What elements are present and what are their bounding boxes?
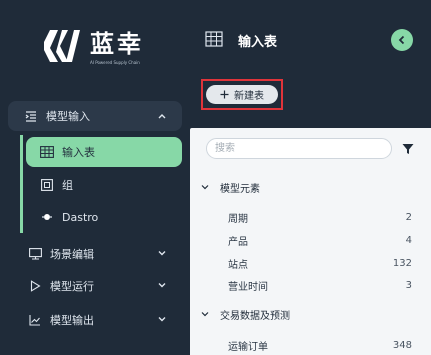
logo-text: 蓝幸 bbox=[90, 30, 144, 58]
new-table-label: 新建表 bbox=[234, 91, 264, 102]
brand-logo: 蓝幸 AI Powered Supply Chain bbox=[44, 28, 176, 72]
chevron-down-icon bbox=[158, 317, 166, 322]
panel-title: 输入表 bbox=[238, 35, 278, 50]
chevron-up-icon bbox=[158, 114, 166, 119]
chevron-down-icon bbox=[158, 251, 166, 256]
item-label: 营业时间 bbox=[228, 281, 268, 293]
list-item[interactable]: 站点 132 bbox=[228, 254, 412, 272]
new-table-button[interactable]: 新建表 bbox=[206, 85, 278, 104]
sidebar-item-label: Dastro bbox=[62, 210, 99, 224]
filter-icon[interactable] bbox=[402, 143, 414, 155]
item-label: 产品 bbox=[228, 236, 248, 248]
table-icon bbox=[205, 31, 223, 47]
list-item[interactable]: 周期 2 bbox=[228, 208, 412, 226]
sidebar-group-label: 模型输入 bbox=[46, 110, 90, 123]
sidebar-group-model-run[interactable]: 模型运行 bbox=[0, 273, 190, 299]
sidebar: 蓝幸 AI Powered Supply Chain 模型输入 输入表 组 Da… bbox=[0, 0, 190, 355]
sidebar-item-label: 组 bbox=[62, 179, 73, 192]
sidebar-group-label: 模型输出 bbox=[50, 314, 94, 327]
list-item[interactable]: 产品 4 bbox=[228, 231, 412, 249]
item-label: 站点 bbox=[228, 259, 248, 271]
logo-subtitle: AI Powered Supply Chain bbox=[90, 60, 140, 65]
logo-mark-icon bbox=[44, 30, 80, 62]
dastro-icon bbox=[40, 210, 54, 224]
sidebar-item-label: 输入表 bbox=[62, 146, 95, 159]
sidebar-item-dastro[interactable]: Dastro bbox=[0, 204, 190, 230]
highlight-frame: 新建表 bbox=[201, 79, 283, 110]
list-item[interactable]: 营业时间 3 bbox=[228, 276, 412, 294]
sidebar-group-model-output[interactable]: 模型输出 bbox=[0, 307, 190, 333]
item-count: 132 bbox=[392, 257, 412, 269]
item-count: 3 bbox=[405, 279, 412, 291]
group-icon bbox=[40, 178, 54, 192]
section-label: 交易数据及预测 bbox=[220, 310, 290, 322]
sidebar-group-label: 场景编辑 bbox=[50, 248, 94, 261]
chevron-down-icon bbox=[201, 312, 209, 317]
chevron-down-icon bbox=[158, 283, 166, 288]
section-model-elements[interactable]: 模型元素 bbox=[200, 178, 260, 196]
table-icon bbox=[40, 145, 54, 159]
sidebar-group-model-input[interactable]: 模型输入 bbox=[8, 101, 182, 131]
collapse-panel-button[interactable] bbox=[391, 29, 413, 51]
section-transactions-forecast[interactable]: 交易数据及预测 bbox=[200, 305, 290, 323]
item-label: 周期 bbox=[228, 213, 248, 225]
chevron-left-icon bbox=[398, 35, 405, 45]
chevron-down-icon bbox=[201, 185, 209, 190]
input-table-panel: 输入表 新建表 模型元素 周期 2 产品 4 站点 132 bbox=[190, 0, 431, 355]
search-input[interactable] bbox=[206, 138, 392, 159]
table-list: 模型元素 周期 2 产品 4 站点 132 营业时间 3 交易数据及预测 运输订… bbox=[190, 128, 431, 355]
sidebar-item-group[interactable]: 组 bbox=[0, 172, 190, 198]
list-item[interactable]: 运输订单 348 bbox=[228, 336, 412, 354]
item-count: 2 bbox=[405, 211, 412, 223]
chart-line-icon bbox=[28, 313, 42, 327]
list-indent-icon bbox=[24, 109, 38, 123]
play-icon bbox=[28, 279, 42, 293]
sidebar-group-label: 模型运行 bbox=[50, 280, 94, 293]
sidebar-item-input-table[interactable]: 输入表 bbox=[26, 137, 182, 167]
scene-icon bbox=[28, 247, 42, 261]
item-count: 348 bbox=[392, 339, 412, 351]
sidebar-group-scene-edit[interactable]: 场景编辑 bbox=[0, 241, 190, 267]
panel-header: 输入表 新建表 bbox=[190, 0, 431, 128]
section-label: 模型元素 bbox=[220, 183, 260, 195]
item-count: 4 bbox=[405, 234, 412, 246]
item-label: 运输订单 bbox=[228, 341, 268, 353]
plus-icon bbox=[220, 90, 229, 99]
